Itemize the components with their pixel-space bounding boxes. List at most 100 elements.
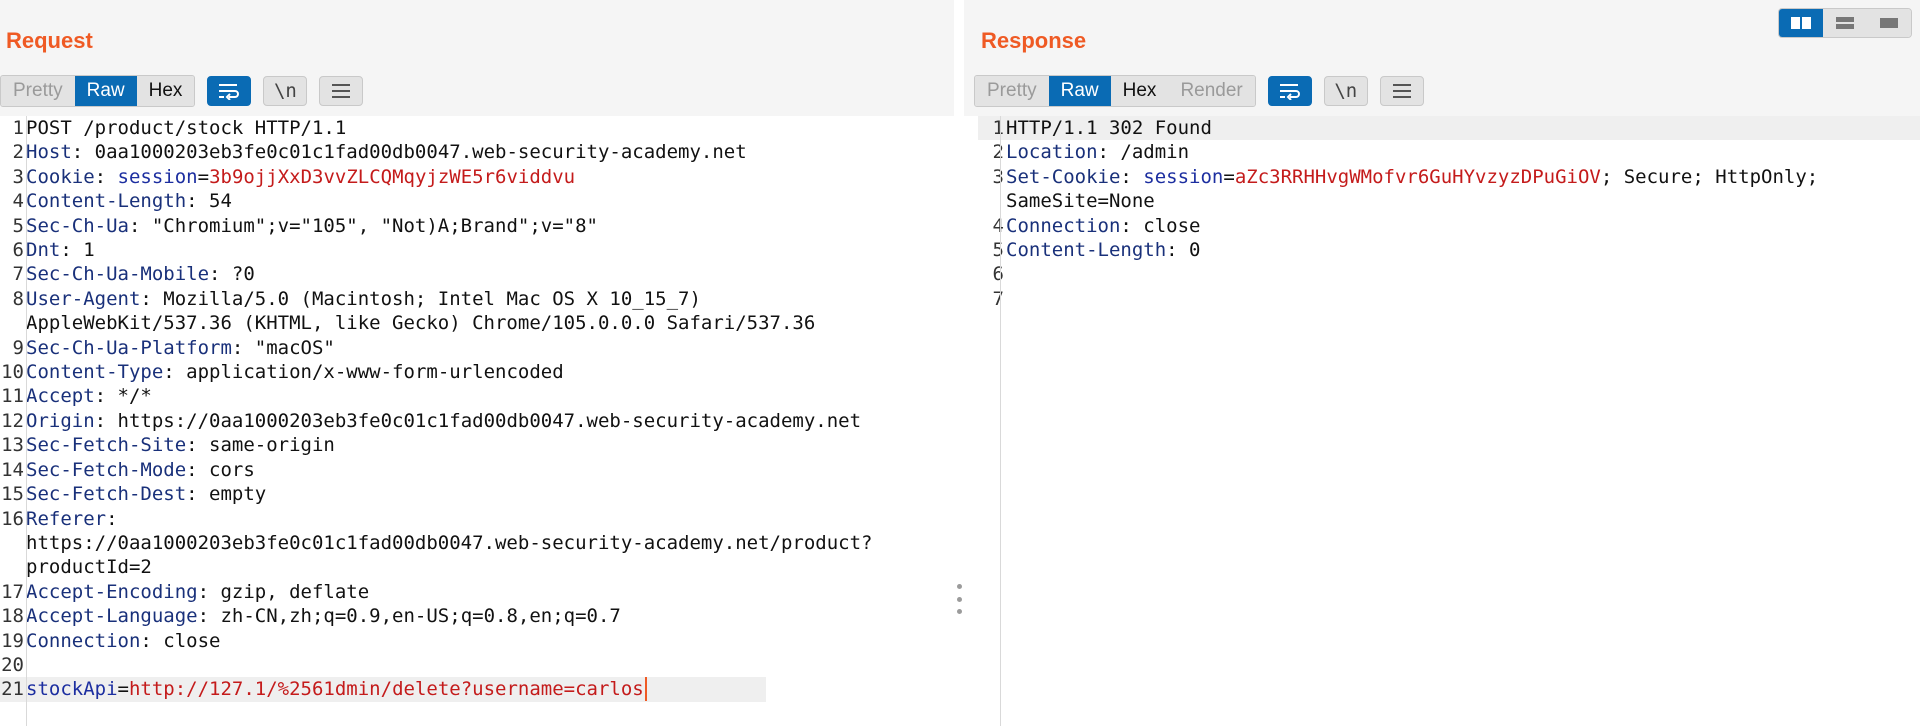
text-token: = — [1223, 165, 1235, 188]
show-newlines-button[interactable]: \n — [263, 76, 308, 106]
text-token: : empty — [186, 483, 267, 506]
line-content: stockApi=http://127.1/%2561dmin/delete?u… — [26, 677, 647, 702]
request-header: Request Pretty Raw Hex \n — [0, 0, 954, 116]
editor-line[interactable]: 18 Accept-Language: zh-CN,zh;q=0.9,en-US;… — [0, 604, 954, 628]
panel-resize-handle[interactable] — [955, 584, 963, 614]
editor-line[interactable]: 2 Host: 0aa1000203eb3fe0c01c1fad00db0047.… — [0, 140, 954, 164]
text-token: : cors — [186, 458, 255, 481]
editor-line[interactable]: 15 Sec-Fetch-Dest: empty — [0, 482, 954, 506]
response-header: Response Pretty Raw Hex Render \n — [964, 0, 1920, 116]
request-toolbar: Pretty Raw Hex \n — [0, 75, 364, 107]
editor-line[interactable]: 5 Content-Length: 0 — [978, 238, 1920, 262]
text-cursor — [644, 677, 647, 702]
editor-line[interactable]: AppleWebKit/537.36 (KHTML, like Gecko) C… — [0, 311, 954, 335]
editor-line[interactable]: 20 — [0, 653, 954, 677]
text-token: : zh-CN,zh;q=0.9,en-US;q=0.8,en;q=0.7 — [197, 605, 621, 628]
line-content: Dnt: 1 — [26, 238, 95, 262]
param-name: session — [1143, 165, 1224, 188]
param-name: session — [117, 165, 198, 188]
editor-line[interactable]: 9 Sec-Ch-Ua-Platform: "macOS" — [0, 336, 954, 360]
editor-line[interactable]: 1 HTTP/1.1 302 Found — [978, 116, 1920, 141]
editor-line[interactable]: SameSite=None — [978, 189, 1920, 213]
param-value: 3b9ojjXxD3vvZLCQMqyjzWE5r6viddvu — [209, 165, 576, 188]
editor-line[interactable]: 16 Referer: — [0, 507, 954, 531]
line-number: 20 — [1, 653, 24, 676]
response-menu-button[interactable] — [1379, 76, 1424, 106]
editor-line[interactable]: 6 — [978, 262, 1920, 286]
request-editor[interactable]: 1 POST /product/stock HTTP/1.1 2 Host: 0aa1… — [0, 116, 954, 726]
editor-line[interactable]: 13 Sec-Fetch-Site: same-origin — [0, 433, 954, 457]
tab-hex[interactable]: Hex — [136, 76, 195, 106]
editor-line[interactable]: 3 Cookie: session=3b9ojjXxD3vvZLCQMqyjzWE… — [0, 165, 954, 189]
newline-label: \n — [273, 80, 297, 102]
editor-line[interactable]: 8 User-Agent: Mozilla/5.0 (Macintosh; Int… — [0, 287, 954, 311]
show-newlines-button[interactable]: \n — [1323, 76, 1368, 106]
response-gutter-divider — [1000, 116, 1001, 726]
header-name: User-Agent — [26, 287, 141, 310]
request-menu-button[interactable] — [319, 76, 364, 106]
line-number: 17 — [1, 580, 24, 603]
editor-line[interactable]: 12 Origin: https://0aa1000203eb3fe0c01c1f… — [0, 409, 954, 433]
editor-line[interactable]: 11 Accept: */* — [0, 384, 954, 408]
header-name: Accept-Encoding — [26, 580, 198, 603]
editor-line[interactable]: 4 Connection: close — [978, 214, 1920, 238]
editor-line[interactable]: 19 Connection: close — [0, 629, 954, 653]
editor-line[interactable]: 1 POST /product/stock HTTP/1.1 — [0, 116, 954, 140]
text-token: : — [106, 507, 118, 530]
header-name: Set-Cookie — [1006, 165, 1121, 188]
layout-single-pane-button[interactable] — [1867, 9, 1911, 37]
editor-line[interactable]: 21 stockApi=http://127.1/%2561dmin/delete… — [0, 677, 766, 702]
text-token: : 54 — [186, 190, 232, 213]
line-number: 10 — [1, 361, 24, 384]
line-number: 6 — [12, 239, 24, 262]
line-number: 7 — [12, 263, 24, 286]
editor-line[interactable]: 6 Dnt: 1 — [0, 238, 954, 262]
editor-line[interactable]: 10 Content-Type: application/x-www-form-u… — [0, 360, 954, 384]
line-number — [978, 189, 1006, 213]
text-token: : "Chromium";v="105", "Not)A;Brand";v="8… — [128, 214, 598, 237]
tab-raw[interactable]: Raw — [1048, 76, 1111, 106]
tab-raw[interactable]: Raw — [74, 76, 137, 106]
word-wrap-button[interactable] — [1267, 76, 1312, 106]
line-content: Sec-Ch-Ua-Platform: "macOS" — [26, 336, 335, 360]
word-wrap-button[interactable] — [207, 76, 252, 106]
editor-line[interactable]: 7 — [978, 287, 1920, 311]
menu-icon — [332, 84, 351, 98]
line-number: 13 — [1, 434, 24, 457]
editor-line[interactable]: 3 Set-Cookie: session=aZc3RRHHvgWMofvr6Gu… — [978, 165, 1920, 189]
response-editor[interactable]: 1 HTTP/1.1 302 Found 2 Location: /admin 3 Set… — [978, 116, 1920, 726]
tab-pretty[interactable]: Pretty — [975, 76, 1049, 106]
layout-split-rows-button[interactable] — [1823, 9, 1867, 37]
editor-line[interactable]: 17 Accept-Encoding: gzip, deflate — [0, 580, 954, 604]
line-number: 6 — [992, 263, 1004, 286]
single-pane-icon — [1880, 18, 1898, 28]
tab-hex[interactable]: Hex — [1110, 76, 1169, 106]
word-wrap-icon — [1279, 84, 1300, 100]
line-content: User-Agent: Mozilla/5.0 (Macintosh; Inte… — [26, 287, 701, 311]
line-number: 9 — [12, 336, 24, 359]
header-name: Connection — [26, 629, 141, 652]
line-content: POST /product/stock HTTP/1.1 — [26, 116, 346, 140]
tab-render[interactable]: Render — [1168, 76, 1255, 106]
editor-line[interactable]: 4 Content-Length: 54 — [0, 189, 954, 213]
line-number: 16 — [1, 507, 24, 530]
editor-line[interactable]: productId=2 — [0, 555, 954, 579]
line-content: Sec-Ch-Ua-Mobile: ?0 — [26, 262, 255, 286]
editor-line[interactable]: 5 Sec-Ch-Ua: "Chromium";v="105", "Not)A;B… — [0, 214, 954, 238]
header-name: Connection — [1006, 214, 1121, 237]
text-token: : application/x-www-form-urlencoded — [163, 361, 564, 384]
line-content: SameSite=None — [1006, 189, 1155, 213]
tab-pretty[interactable]: Pretty — [1, 76, 75, 106]
text-token: ; Secure; HttpOnly; — [1600, 165, 1819, 188]
line-number: 3 — [12, 165, 24, 188]
editor-line[interactable]: 7 Sec-Ch-Ua-Mobile: ?0 — [0, 262, 954, 286]
layout-split-columns-button[interactable] — [1779, 9, 1823, 37]
editor-line[interactable]: https://0aa1000203eb3fe0c01c1fad00db0047… — [0, 531, 954, 555]
line-number: 21 — [1, 678, 24, 701]
header-name: Accept — [26, 385, 95, 408]
line-number: 2 — [12, 141, 24, 164]
text-token: : */* — [94, 385, 152, 408]
editor-line[interactable]: 2 Location: /admin — [978, 140, 1920, 164]
text-token: HTTP/1.1 302 Found — [1006, 117, 1212, 139]
editor-line[interactable]: 14 Sec-Fetch-Mode: cors — [0, 458, 954, 482]
